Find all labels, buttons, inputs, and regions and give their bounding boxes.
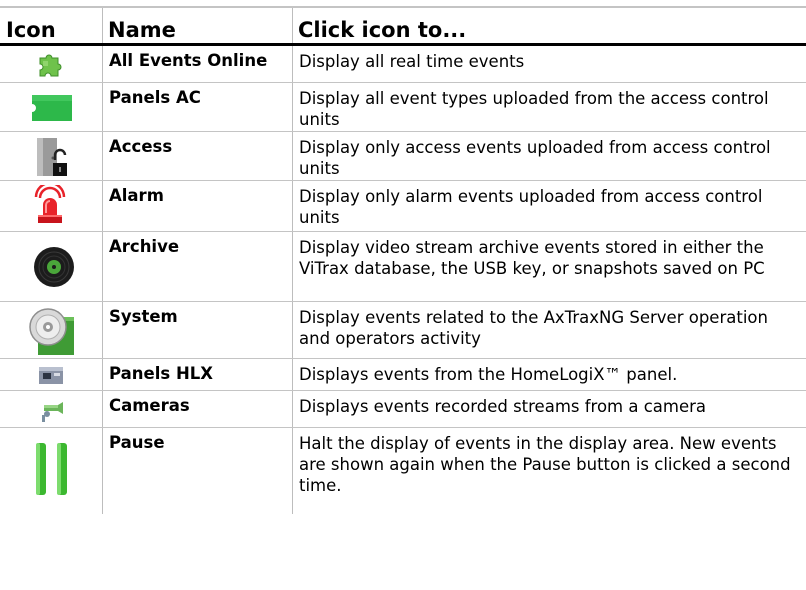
table-header: Icon Name Click icon to...: [0, 6, 806, 46]
row-description: Halt the display of events in the displa…: [299, 434, 791, 495]
table-row: Panels AC Display all event types upload…: [0, 83, 806, 132]
table-row: Pause Halt the display of events in the …: [0, 428, 806, 590]
header-action: Click icon to...: [298, 18, 467, 42]
table-row: System Display events related to the AxT…: [0, 302, 806, 359]
row-description: Display all event types uploaded from th…: [299, 89, 769, 129]
row-description: Display all real time events: [299, 52, 525, 71]
row-description: Display only alarm events uploaded from …: [299, 187, 763, 227]
row-name: All Events Online: [109, 51, 268, 70]
pause-icon[interactable]: [33, 441, 71, 497]
table-row: Archive Display video stream archive eve…: [0, 232, 806, 302]
puzzle-piece-icon[interactable]: [36, 52, 64, 78]
table-row: All Events Online Display all real time …: [0, 46, 806, 83]
header-divider: [292, 8, 293, 43]
row-description: Display video stream archive events stor…: [299, 238, 765, 278]
header-top-rule: [0, 6, 806, 8]
row-name: Access: [109, 137, 173, 156]
row-name: Cameras: [109, 396, 190, 415]
table-row: Alarm Display only alarm events uploaded…: [0, 181, 806, 232]
row-description: Display events related to the AxTraxNG S…: [299, 308, 768, 348]
table-row: Cameras Displays events recorded streams…: [0, 391, 806, 428]
header-name: Name: [108, 18, 176, 42]
door-padlock-icon[interactable]: [35, 136, 69, 178]
system-cd-icon[interactable]: [28, 305, 76, 357]
alarm-siren-icon[interactable]: [30, 181, 70, 227]
camera-icon[interactable]: [38, 397, 66, 423]
row-name: Alarm: [109, 186, 164, 205]
row-name: Pause: [109, 433, 165, 452]
hlx-panel-icon[interactable]: [37, 364, 65, 386]
row-name: Panels AC: [109, 88, 201, 107]
disc-archive-icon[interactable]: [32, 245, 76, 289]
row-description: Displays events recorded streams from a …: [299, 397, 707, 416]
table-row: Panels HLX Displays events from the Home…: [0, 359, 806, 391]
icon-reference-table: Icon Name Click icon to... All Events On…: [0, 0, 806, 590]
row-name: Archive: [109, 237, 180, 256]
header-divider: [102, 8, 103, 43]
green-tag-icon[interactable]: [30, 93, 74, 123]
table-row: Access Display only access events upload…: [0, 132, 806, 181]
row-name: Panels HLX: [109, 364, 213, 383]
row-name: System: [109, 307, 178, 326]
row-description: Display only access events uploaded from…: [299, 138, 771, 178]
row-description: Displays events from the HomeLogiX™ pane…: [299, 365, 678, 384]
header-icon: Icon: [6, 18, 56, 42]
